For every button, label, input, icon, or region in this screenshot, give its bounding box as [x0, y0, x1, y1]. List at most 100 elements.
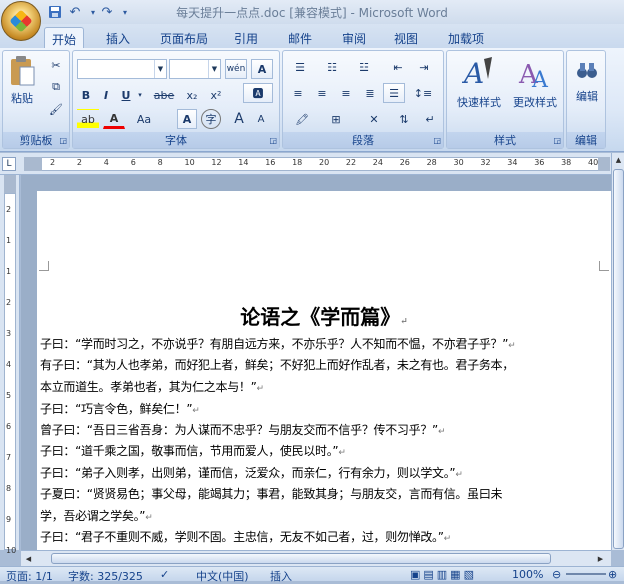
status-page[interactable]: 页面: 1/1	[6, 568, 53, 584]
document-line[interactable]: 子曰：“学而时习之，不亦说乎？有朋自远方来，不亦乐乎？人不知而不愠，不亦君子乎？…	[40, 335, 516, 352]
zoom-out-icon[interactable]: ⊖	[552, 568, 561, 581]
tab-view[interactable]: 视图	[386, 27, 426, 48]
tab-selector[interactable]: L	[2, 157, 16, 171]
highlight-button[interactable]: ab	[77, 109, 99, 129]
tab-references[interactable]: 引用	[226, 27, 266, 48]
change-case-button[interactable]: 🅰	[243, 83, 273, 103]
redo-icon[interactable]: ↷	[98, 3, 116, 21]
bullets-icon[interactable]: ☰	[287, 57, 313, 77]
justify-icon[interactable]: ≣	[359, 83, 381, 103]
sort-icon[interactable]: ⇅	[393, 109, 415, 129]
tab-addins[interactable]: 加载项	[440, 27, 492, 48]
spelling-icon[interactable]: ✓	[160, 568, 169, 581]
shrink-font-button[interactable]: A	[251, 109, 271, 129]
copy-icon[interactable]: ⧉	[45, 77, 67, 97]
enclose-characters-button[interactable]: 字	[201, 109, 221, 129]
align-center-icon[interactable]: ≡	[311, 83, 333, 103]
document-line[interactable]: 子夏曰：“贤贤易色；事父母，能竭其力；事君，能致其身；与朋友交，言而有信。虽曰未	[40, 485, 503, 502]
character-shading-button[interactable]: A	[177, 109, 197, 129]
scroll-left-icon[interactable]: ◀	[23, 552, 34, 566]
superscript-button[interactable]: x²	[205, 85, 227, 105]
decrease-indent-icon[interactable]: ⇤	[387, 57, 409, 77]
scroll-thumb[interactable]	[613, 169, 624, 549]
paste-button[interactable]: 粘贴	[5, 55, 39, 106]
font-launcher-icon[interactable]: ◲	[269, 136, 277, 145]
horizontal-scroll-thumb[interactable]	[51, 553, 551, 564]
document-line[interactable]: 子曰：“弟子入则孝，出则弟，谨而信，泛爱众，而亲仁，行有余力，则以学文。”↵	[40, 464, 463, 481]
paragraph-group: ☰ ☷ ☳ ⇤ ⇥ ≡ ≡ ≡ ≣ ☰ ↕≡ 🖍 ⊞ ✕ ⇅ ↵ 段落 ◲	[282, 50, 444, 149]
format-painter-icon[interactable]: 🖌	[45, 99, 67, 119]
styles-group-label: 样式	[447, 132, 563, 148]
status-zoom[interactable]: 100%	[512, 568, 543, 581]
vertical-scrollbar[interactable]: ▲	[611, 153, 624, 550]
tab-page-layout[interactable]: 页面布局	[152, 27, 216, 48]
subscript-button[interactable]: x₂	[181, 85, 203, 105]
change-case-dropdown[interactable]: Aa	[131, 109, 157, 129]
horizontal-scrollbar[interactable]: ◀ ▶	[21, 550, 611, 566]
bold-button[interactable]: B	[77, 85, 95, 105]
align-left-icon[interactable]: ≡	[287, 83, 309, 103]
ruler-number: 8	[157, 158, 163, 167]
view-buttons-icon[interactable]: ▣▤▥▦▧	[410, 568, 477, 581]
font-name-combo[interactable]: ▼	[77, 59, 167, 79]
document-line[interactable]: 子曰：“巧言令色，鲜矣仁！”↵	[40, 400, 200, 417]
shading-icon[interactable]: 🖍	[287, 109, 317, 129]
scroll-up-icon[interactable]: ▲	[613, 153, 624, 167]
tab-review[interactable]: 审阅	[334, 27, 374, 48]
ruler-number: 34	[507, 158, 518, 167]
document-title[interactable]: 论语之《学而篇》↵	[37, 301, 611, 330]
paragraph-launcher-icon[interactable]: ◲	[433, 136, 441, 145]
editing-label: 编辑	[576, 90, 598, 103]
numbering-icon[interactable]: ☷	[319, 57, 345, 77]
clear-format-button[interactable]: A	[251, 59, 273, 79]
scroll-right-icon[interactable]: ▶	[595, 552, 606, 566]
distributed-icon[interactable]: ☰	[383, 83, 405, 103]
office-button[interactable]	[1, 1, 41, 41]
ruler-number: 24	[372, 158, 383, 167]
editing-group-label: 编辑	[567, 132, 605, 148]
font-color-button[interactable]: A	[103, 109, 125, 129]
document-line[interactable]: 本立而道生。孝弟也者，其为仁之本与！”↵	[40, 378, 264, 395]
document-page[interactable]: 论语之《学而篇》↵ 子曰：“学而时习之，不亦说乎？有朋自远方来，不亦乐乎？人不知…	[37, 191, 611, 571]
status-words[interactable]: 字数: 325/325	[68, 568, 143, 584]
quick-styles-button[interactable]: A 快速样式	[451, 55, 507, 110]
tab-insert[interactable]: 插入	[98, 27, 138, 48]
zoom-slider[interactable]	[566, 573, 606, 575]
borders-icon[interactable]: ⊞	[321, 109, 351, 129]
editing-button[interactable]: 编辑	[569, 57, 605, 104]
status-insert-mode[interactable]: 插入	[270, 568, 292, 584]
increase-indent-icon[interactable]: ⇥	[413, 57, 435, 77]
multilevel-list-icon[interactable]: ☳	[351, 57, 377, 77]
ruler-number: 12	[211, 158, 222, 167]
underline-button[interactable]: U	[117, 85, 135, 105]
document-line[interactable]: 曾子曰：“吾日三省吾身：为人谋而不忠乎？与朋友交而不信乎？传不习乎？”↵	[40, 421, 445, 438]
line-spacing-icon[interactable]: ↕≡	[409, 83, 437, 103]
document-line[interactable]: 子曰：“君子不重则不威，学则不固。主忠信，无友不如己者，过，则勿惮改。”↵	[40, 528, 451, 545]
zoom-in-icon[interactable]: ⊕	[608, 568, 617, 581]
save-icon[interactable]	[46, 3, 64, 21]
italic-button[interactable]: I	[97, 85, 115, 105]
vruler-number: 2	[6, 205, 12, 214]
undo-icon[interactable]: ↶	[66, 3, 84, 21]
show-marks-icon[interactable]: ↵	[419, 109, 441, 129]
clipboard-launcher-icon[interactable]: ◲	[59, 136, 67, 145]
grow-font-button[interactable]: A	[229, 109, 249, 129]
document-line[interactable]: 学，吾必谓之学矣。”↵	[40, 507, 153, 524]
document-line[interactable]: 子曰：“道千乘之国，敬事而信，节用而爱人，使民以时。”↵	[40, 442, 346, 459]
strikethrough-button[interactable]: abe	[151, 85, 177, 105]
change-styles-button[interactable]: AA 更改样式	[507, 55, 563, 110]
align-right-icon[interactable]: ≡	[335, 83, 357, 103]
underline-dropdown-icon[interactable]: ▾	[135, 85, 145, 105]
tab-home[interactable]: 开始	[44, 27, 84, 48]
qat-customize-icon[interactable]: ▾	[116, 3, 134, 21]
document-line[interactable]: 有子曰：“其为人也孝弟，而好犯上者，鲜矣；不好犯上而好作乱者，未之有也。君子务本…	[40, 356, 514, 373]
cut-icon[interactable]: ✂	[45, 55, 67, 75]
tab-mailings[interactable]: 邮件	[280, 27, 320, 48]
vruler-number: 1	[6, 236, 12, 245]
font-size-combo[interactable]: ▼	[169, 59, 221, 79]
status-language[interactable]: 中文(中国)	[196, 568, 249, 584]
styles-launcher-icon[interactable]: ◲	[553, 136, 561, 145]
phonetic-guide-button[interactable]: wén	[225, 59, 247, 79]
editing-group: 编辑 编辑	[566, 50, 606, 149]
chinese-layout-icon[interactable]: ✕	[359, 109, 389, 129]
